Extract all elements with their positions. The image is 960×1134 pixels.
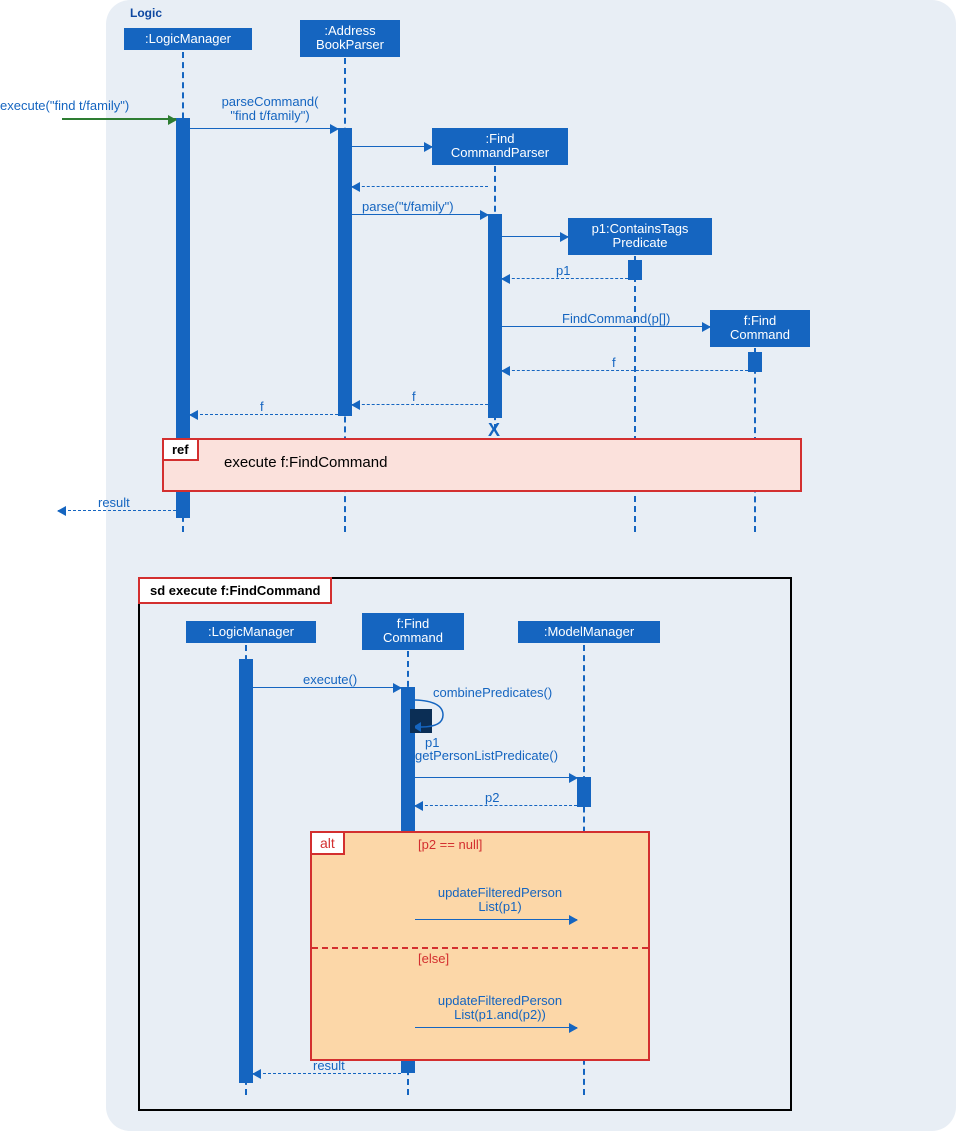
return-result: result bbox=[58, 510, 176, 511]
alt-tag: alt bbox=[310, 831, 345, 855]
external-call-arrow bbox=[62, 118, 176, 120]
msg-parse: parse("t/family") bbox=[352, 214, 488, 215]
lifeline-logic-manager: :LogicManager bbox=[124, 28, 252, 50]
sd-lifeline-model-manager: :ModelManager bbox=[518, 621, 660, 643]
lifeline-contains-tags-predicate: p1:ContainsTags Predicate bbox=[568, 218, 712, 255]
sd-lifeline-find-command: f:Find Command bbox=[362, 613, 464, 650]
msg-create-parser bbox=[352, 146, 432, 147]
sd-return-result: result bbox=[253, 1073, 401, 1074]
alt-guard-2: [else] bbox=[418, 951, 449, 966]
lifeline-address-book-parser: :Address BookParser bbox=[300, 20, 400, 57]
return-f-3: f bbox=[190, 414, 338, 415]
sd-msg-update2: updateFilteredPerson List(p1.and(p2)) bbox=[415, 1027, 577, 1028]
sd-lifeline-logic-manager: :LogicManager bbox=[186, 621, 316, 643]
sd-msg-update1: updateFilteredPerson List(p1) bbox=[415, 919, 577, 920]
ref-fragment: ref execute f:FindCommand bbox=[162, 438, 802, 492]
ref-title: execute f:FindCommand bbox=[224, 454, 387, 471]
activation bbox=[488, 214, 502, 418]
ref-tag: ref bbox=[162, 438, 199, 461]
activation bbox=[628, 260, 642, 280]
return-f-2: f bbox=[352, 404, 488, 405]
sd-return-p2: p2 bbox=[415, 805, 577, 806]
lifeline-find-command-parser: :Find CommandParser bbox=[432, 128, 568, 165]
activation bbox=[748, 352, 762, 372]
sd-frame: sd execute f:FindCommand :LogicManager f… bbox=[138, 577, 792, 1111]
return-f-1: f bbox=[502, 370, 748, 371]
sd-tag: sd execute f:FindCommand bbox=[138, 577, 332, 604]
sd-msg-execute: execute() bbox=[253, 687, 401, 688]
return-p1: p1 bbox=[502, 278, 628, 279]
alt-guard-1: [p2 == null] bbox=[418, 837, 482, 852]
msg-execute: execute("find t/family") bbox=[0, 98, 129, 113]
activation bbox=[239, 659, 253, 1083]
msg-find-command-new: FindCommand(p[]) bbox=[502, 326, 710, 327]
activation bbox=[577, 777, 591, 807]
page: Logic :LogicManager :Address BookParser … bbox=[0, 0, 960, 1134]
alt-divider bbox=[312, 947, 648, 949]
package-label: Logic bbox=[130, 6, 162, 20]
msg-parse-command: parseCommand( "find t/family") bbox=[190, 128, 338, 129]
lifeline-find-command: f:Find Command bbox=[710, 310, 810, 347]
msg-create-predicate bbox=[502, 236, 568, 237]
sd-msg-combine-predicates: combinePredicates() bbox=[415, 695, 455, 738]
activation bbox=[338, 128, 352, 416]
sd-msg-get-predicate: getPersonListPredicate() bbox=[415, 777, 577, 778]
return-parser bbox=[352, 186, 488, 187]
